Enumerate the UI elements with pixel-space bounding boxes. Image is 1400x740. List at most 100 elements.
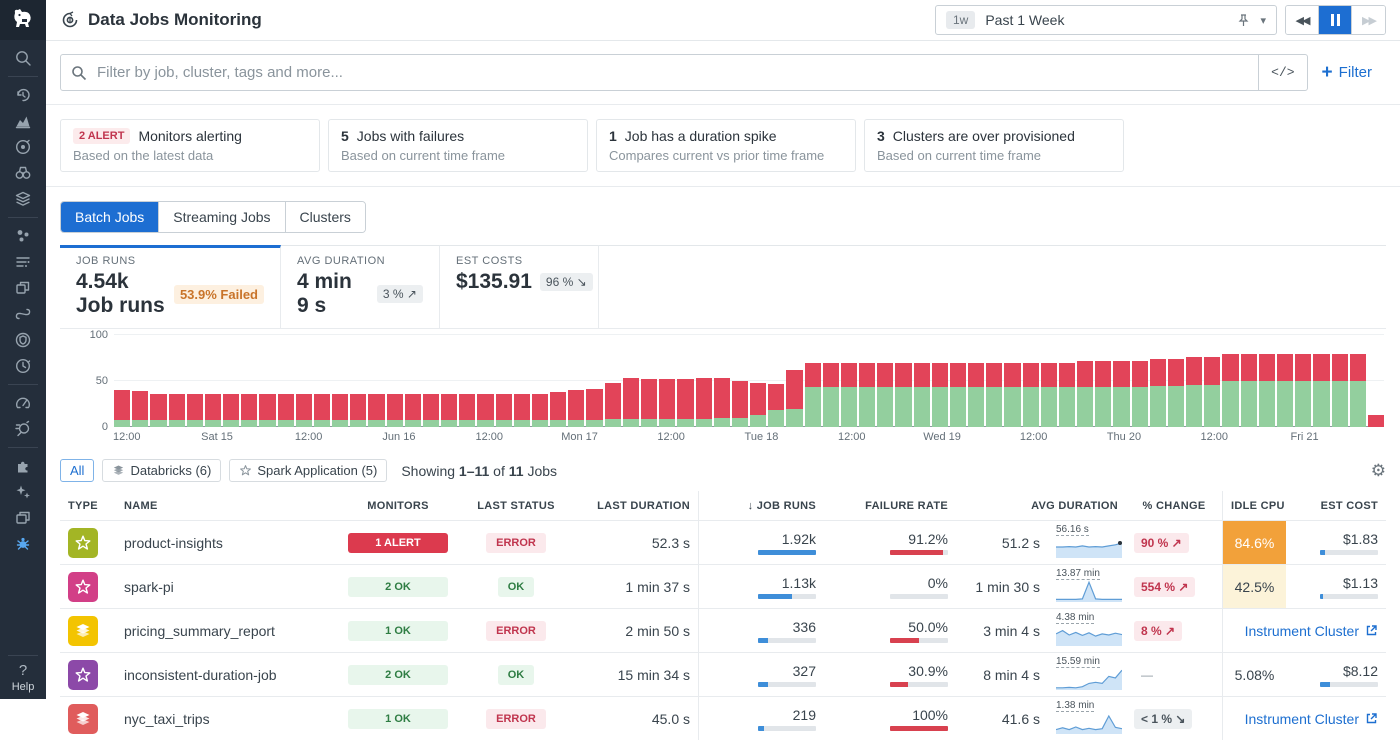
forward-button[interactable]: ▶▶ — [1352, 6, 1385, 34]
rum-search-icon[interactable] — [8, 417, 38, 441]
infrastructure-layers-icon[interactable] — [8, 187, 38, 211]
column-header-est-cost[interactable]: EST COST — [1286, 491, 1386, 520]
add-filter-button[interactable]: + Filter — [1322, 63, 1386, 82]
data-jobs-icon[interactable] — [8, 532, 38, 556]
bar — [132, 391, 148, 427]
summary-card[interactable]: 1Job has a duration spikeCompares curren… — [596, 119, 856, 172]
pin-icon[interactable] — [1237, 14, 1250, 27]
job-name-cell: pricing_summary_report — [116, 608, 334, 652]
playback-controls: ◀◀ ▶▶ — [1285, 5, 1386, 35]
time-range-selector[interactable]: 1w Past 1 Week ▾ — [935, 5, 1277, 35]
pct-change-badge: < 1 % ↘ — [1134, 709, 1192, 729]
filter-chip-all[interactable]: All — [60, 459, 94, 482]
logs-icon[interactable] — [8, 250, 38, 274]
metrics-icon[interactable] — [8, 109, 38, 133]
column-header-last-duration[interactable]: LAST DURATION — [570, 491, 698, 520]
monitors-badge[interactable]: 1 OK — [348, 709, 448, 729]
x-axis-tick: Jun 16 — [382, 431, 415, 443]
job-name-link[interactable]: spark-pi — [124, 579, 174, 595]
bar — [732, 381, 748, 427]
search-input[interactable] — [95, 63, 1258, 82]
rewind-button[interactable]: ◀◀ — [1286, 6, 1319, 34]
job-name-link[interactable]: pricing_summary_report — [124, 623, 275, 639]
processes-icon[interactable] — [8, 224, 38, 248]
search-icon[interactable] — [8, 46, 38, 70]
summary-card[interactable]: 2 ALERTMonitors alertingBased on the lat… — [60, 119, 320, 172]
column-header--change[interactable]: % CHANGE — [1126, 491, 1222, 520]
job-name-link[interactable]: inconsistent-duration-job — [124, 667, 277, 683]
instrument-cluster-link[interactable]: Instrument Cluster — [1245, 711, 1378, 727]
bar — [1295, 354, 1311, 427]
bar — [986, 363, 1002, 427]
metric-est-costs[interactable]: EST COSTS$135.9196 % ↘ — [440, 245, 599, 328]
datadog-logo[interactable] — [0, 0, 46, 40]
column-header-failure-rate[interactable]: FAILURE RATE — [824, 491, 956, 520]
card-title: Monitors alerting — [138, 128, 242, 144]
monitors-cell: 1 OK — [334, 608, 462, 652]
x-axis-tick: 12:00 — [295, 431, 323, 443]
pause-button[interactable] — [1319, 6, 1352, 34]
metric-avg-duration[interactable]: AVG DURATION4 min 9 s3 % ↗ — [281, 245, 440, 328]
filter-chip-databricks-6-[interactable]: Databricks (6) — [102, 459, 221, 482]
x-axis-tick: 12:00 — [475, 431, 503, 443]
monitors-badge[interactable]: 2 OK — [348, 665, 448, 685]
synthetics-icon[interactable] — [8, 354, 38, 378]
watchdog-history-icon[interactable] — [8, 83, 38, 107]
last-status-cell: ERROR — [462, 608, 570, 652]
external-link-icon — [1365, 624, 1378, 637]
bar — [1059, 363, 1075, 427]
code-view-toggle[interactable]: </> — [1258, 55, 1306, 90]
security-shield-icon[interactable] — [8, 328, 38, 352]
column-header-type[interactable]: TYPE — [60, 491, 116, 520]
bar — [623, 378, 639, 427]
summary-card[interactable]: 3Clusters are over provisionedBased on c… — [864, 119, 1124, 172]
job-name-link[interactable]: product-insights — [124, 535, 223, 551]
job-runs-cell: 336 — [698, 608, 824, 652]
last-duration-cell: 45.0 s — [570, 696, 698, 740]
bar — [677, 379, 693, 427]
bar — [114, 390, 130, 427]
idle-cpu-cell: 42.5% — [1222, 564, 1286, 608]
service-link-icon[interactable] — [8, 302, 38, 326]
card-count: 3 — [877, 128, 885, 144]
bar — [714, 378, 730, 427]
monitors-badge[interactable]: 2 OK — [348, 577, 448, 597]
job-name-link[interactable]: nyc_taxi_trips — [124, 711, 210, 727]
filter-chip-spark-application-5-[interactable]: Spark Application (5) — [229, 459, 387, 482]
bar — [768, 384, 784, 427]
bar — [823, 363, 839, 427]
last-duration-cell: 1 min 37 s — [570, 564, 698, 608]
watchdog-binoculars-icon[interactable] — [8, 161, 38, 185]
column-header-idle-cpu[interactable]: IDLE CPU — [1222, 491, 1286, 520]
job-type-cell — [60, 696, 116, 740]
monitors-badge[interactable]: 1 ALERT — [348, 533, 448, 553]
job-runs-chart: 050100 12:00Sat 1512:00Jun 1612:00Mon 17… — [60, 329, 1386, 449]
gauge-icon[interactable] — [8, 391, 38, 415]
copy-icon[interactable] — [8, 506, 38, 530]
bar — [859, 363, 875, 427]
pct-change-badge: 90 % ↗ — [1134, 533, 1189, 553]
tab-clusters[interactable]: Clusters — [286, 202, 365, 232]
bar — [205, 394, 221, 427]
dashboards-icon[interactable] — [8, 276, 38, 300]
column-header-avg-duration[interactable]: AVG DURATION — [956, 491, 1126, 520]
metric-job-runs[interactable]: JOB RUNS4.54k Job runs53.9% Failed — [60, 245, 281, 328]
instrument-cluster-link[interactable]: Instrument Cluster — [1245, 623, 1378, 639]
summary-card[interactable]: 5Jobs with failuresBased on current time… — [328, 119, 588, 172]
search-icon — [61, 65, 95, 81]
bits-ai-icon[interactable] — [8, 480, 38, 504]
sidebar-help[interactable]: ? Help — [8, 655, 38, 699]
tab-streaming-jobs[interactable]: Streaming Jobs — [159, 202, 285, 232]
column-header-name[interactable]: NAME — [116, 491, 334, 520]
apm-target-icon[interactable] — [8, 135, 38, 159]
time-dropdown-caret-icon[interactable]: ▾ — [1260, 14, 1266, 27]
bar — [459, 394, 475, 427]
tab-batch-jobs[interactable]: Batch Jobs — [61, 202, 159, 232]
column-header-job-runs[interactable]: ↓ JOB RUNS — [698, 491, 824, 520]
monitors-badge[interactable]: 1 OK — [348, 621, 448, 641]
table-settings-gear-icon[interactable]: ⚙ — [1371, 461, 1386, 481]
column-header-last-status[interactable]: LAST STATUS — [462, 491, 570, 520]
integrations-puzzle-icon[interactable] — [8, 454, 38, 478]
pct-change-cell: < 1 % ↘ — [1126, 696, 1222, 740]
column-header-monitors[interactable]: MONITORS — [334, 491, 462, 520]
